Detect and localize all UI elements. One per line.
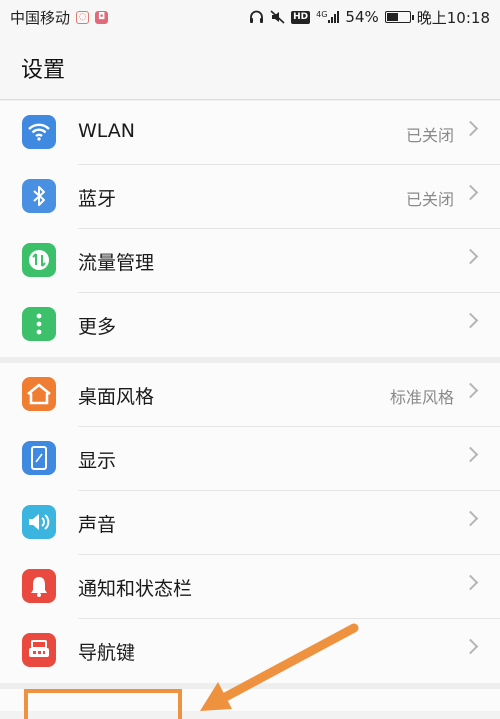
annotation-arrow <box>200 623 359 711</box>
